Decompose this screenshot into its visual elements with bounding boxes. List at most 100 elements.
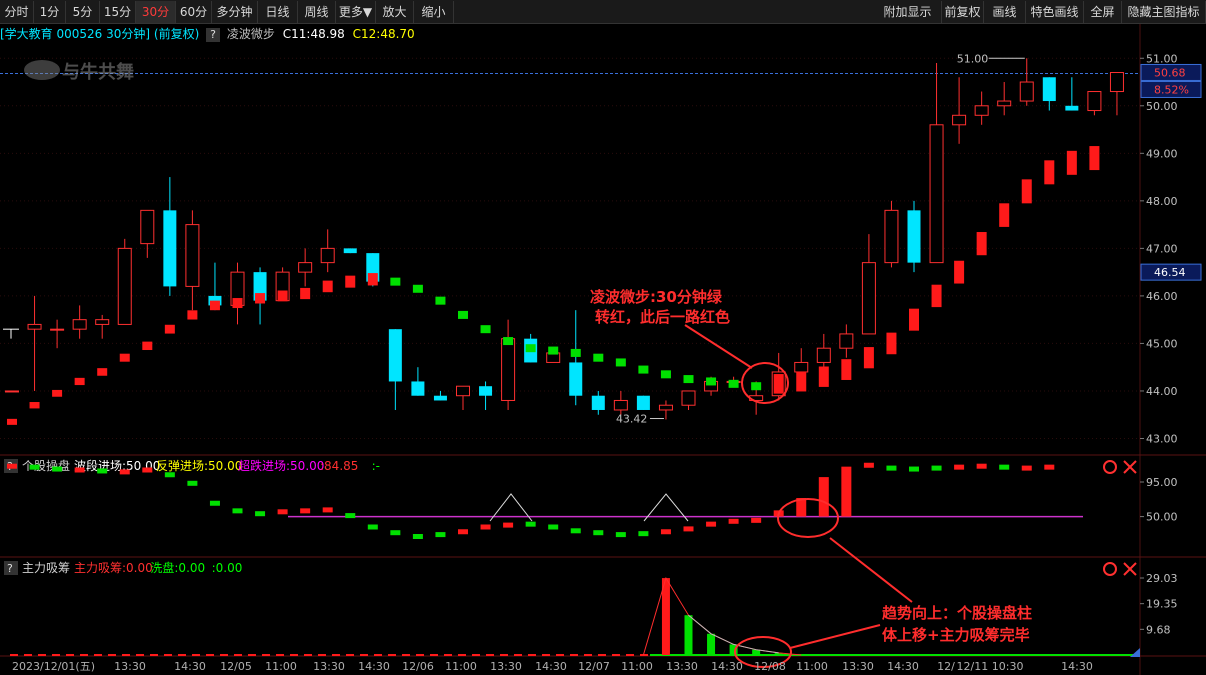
pane2-item: 反弹进场:50.00: [156, 459, 242, 473]
pane2-bar: [841, 466, 852, 517]
pane2-item: :-: [372, 459, 380, 473]
candle-body: [816, 347, 831, 363]
step-mark: [728, 379, 739, 388]
step-mark: [164, 324, 175, 334]
pane3-bar: [707, 633, 716, 655]
step-mark: [1089, 146, 1100, 171]
candle-body: [411, 381, 425, 396]
pane2-dot: [525, 521, 536, 527]
x-tick-label: 12/07: [578, 660, 610, 673]
candle-body: [479, 386, 493, 396]
pane2-gear-icon: [1103, 460, 1117, 474]
pane2-dot: [999, 464, 1010, 470]
candle-body: [1087, 91, 1102, 112]
step-mark: [390, 277, 401, 286]
pane2-dot: [931, 465, 942, 471]
y-tick-label: 48.00: [1146, 195, 1178, 208]
pane2-dot: [683, 526, 694, 532]
step-mark: [412, 284, 423, 293]
step-mark: [548, 346, 559, 355]
candle-body: [794, 361, 809, 373]
y-tick-label: 44.00: [1146, 385, 1178, 398]
pane2-dot: [706, 521, 717, 527]
candle-body: [974, 105, 989, 116]
annotation-pointer-2: [829, 537, 913, 603]
candle-body: [1109, 72, 1124, 93]
y-tick-label: 50.00: [1146, 100, 1178, 113]
candle-body: [636, 395, 650, 410]
x-tick-label: 13:30: [313, 660, 345, 673]
pane2-dot: [886, 465, 897, 471]
pane3-help-icon: ?: [7, 562, 13, 575]
step-mark: [525, 344, 536, 353]
pane2-dot: [29, 464, 40, 470]
chart-canvas: 51.00 50.00 49.00 48.00 47.00 46.00 45.00 44.00…: [0, 24, 1206, 675]
candle-body: [433, 395, 447, 401]
pane2-dot: [119, 469, 130, 475]
pane2-dot: [728, 518, 739, 524]
x-tick-label: 13:30: [842, 660, 874, 673]
candle-body: [1019, 81, 1034, 102]
annotation-2-line2: 体上移+主力吸筹完毕: [882, 626, 1030, 644]
y-tick-label: 46.00: [1146, 290, 1178, 303]
candle-body: [117, 247, 132, 325]
y-tick-label: 47.00: [1146, 242, 1178, 255]
pane2-item: 超跌进场:50.00: [238, 458, 324, 473]
step-mark: [29, 402, 40, 409]
annotation-1-line2: 转红，此后一路红色: [595, 308, 730, 326]
pane3-ytick-label: 19.35: [1146, 598, 1178, 611]
x-tick-label: 14:30: [887, 660, 919, 673]
x-tick-label: 11:00: [796, 660, 828, 673]
pane2-item: :84.85: [320, 459, 358, 473]
pane3-ytick-label: 9.68: [1146, 623, 1171, 636]
y-tick-label: 43.00: [1146, 432, 1178, 445]
candle-body: [456, 385, 470, 397]
step-mark: [119, 353, 130, 362]
watermark-logo: 与牛共舞: [24, 60, 134, 83]
candle-body: [343, 248, 357, 254]
step-mark: [706, 377, 717, 386]
pane2-dot: [593, 530, 604, 536]
step-mark: [999, 203, 1010, 227]
candle-body: [5, 390, 19, 393]
x-tick-label: 14:30: [535, 660, 567, 673]
x-tick-label: 2023/12/01(五): [12, 660, 95, 673]
candle-body: [861, 262, 876, 335]
candle-body: [95, 319, 110, 325]
step-mark: [322, 280, 333, 293]
candle-body: [163, 210, 177, 287]
step-mark: [818, 366, 829, 387]
candle-body: [839, 333, 854, 349]
pane2-dot: [435, 532, 446, 538]
pane2-dot: [1021, 465, 1032, 471]
price-tag-mid: 46.54: [1154, 266, 1186, 279]
step-mark: [931, 284, 942, 308]
step-mark: [593, 353, 604, 362]
y-tick-label: 45.00: [1146, 337, 1178, 350]
y-tick-label: 49.00: [1146, 147, 1178, 160]
pane2-dot: [458, 529, 468, 535]
step-mark: [751, 382, 762, 391]
x-tick-label: 14:30: [711, 660, 743, 673]
candle-body: [1065, 105, 1079, 111]
candle-body: [591, 395, 605, 410]
y-tick-label: 51.00: [1146, 52, 1178, 65]
pane2-dot: [390, 530, 401, 536]
pct-tag: 8.52%: [1154, 83, 1189, 96]
step-mark: [480, 325, 491, 334]
step-mark: [909, 308, 919, 331]
x-tick-label: 13:30: [490, 660, 522, 673]
step-mark: [232, 298, 243, 309]
pane2-dot: [548, 524, 559, 530]
candle-body: [952, 114, 967, 126]
candle-body: [613, 399, 628, 411]
x-tick-label: 12/11 10:30: [957, 660, 1024, 673]
step-mark: [615, 358, 626, 367]
candle-body: [27, 323, 42, 330]
pane2-dot: [976, 463, 987, 469]
step-mark: [796, 371, 807, 392]
step-mark: [277, 290, 288, 302]
step-mark: [74, 377, 85, 386]
watermark-text: 与牛共舞: [62, 61, 134, 83]
pane3-item: 洗盘:0.00: [150, 560, 205, 575]
